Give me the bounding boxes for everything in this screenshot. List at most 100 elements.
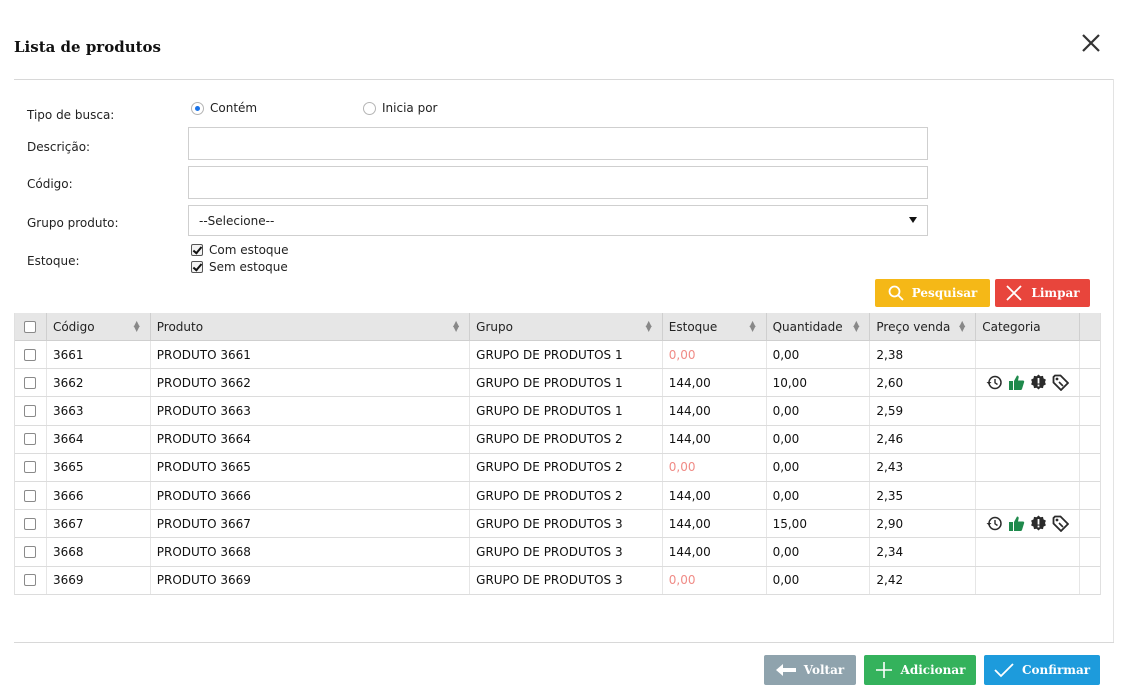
row-scroll-gutter — [1080, 482, 1100, 509]
dropdown-arrow-icon — [909, 217, 917, 223]
descricao-input[interactable] — [188, 127, 928, 160]
badge-alert-icon[interactable] — [1030, 515, 1047, 532]
header-preco-venda[interactable]: Preço venda ▲ ▼ — [870, 313, 977, 340]
cell-produto: PRODUTO 3664 — [151, 425, 471, 453]
cell-categoria — [976, 341, 1081, 369]
table-row[interactable]: 3669 PRODUTO 3669 GRUPO DE PRODUTOS 3 0,00 0… — [15, 566, 1100, 595]
voltar-button[interactable]: Voltar — [764, 655, 856, 685]
cell-estoque: 144,00 — [663, 538, 767, 566]
row-checkbox[interactable] — [24, 376, 37, 389]
cell-estoque: 0,00 — [663, 341, 767, 369]
cell-categoria — [976, 453, 1081, 481]
com-estoque-box[interactable] — [191, 244, 203, 256]
radio-contem-indicator[interactable] — [191, 101, 204, 115]
adicionar-button[interactable]: Adicionar — [864, 655, 976, 685]
table-row[interactable]: 3666 PRODUTO 3666 GRUPO DE PRODUTOS 2 144,0… — [15, 481, 1100, 511]
radio-contem[interactable]: Contém — [191, 101, 257, 115]
confirmar-button[interactable]: Confirmar — [984, 655, 1100, 685]
row-checkbox[interactable] — [24, 433, 37, 446]
radio-inicia-label: Inicia por — [382, 101, 438, 115]
header-estoque-label: Estoque — [668, 319, 718, 334]
cell-preco-venda: 2,90 — [870, 510, 977, 538]
table-row[interactable]: 3668 PRODUTO 3668 GRUPO DE PRODUTOS 3 144,0… — [15, 538, 1100, 567]
grupo-produto-value: --Selecione-- — [199, 213, 275, 228]
estoque-label: Estoque: — [27, 254, 80, 268]
plus-icon — [875, 662, 892, 678]
radio-inicia-indicator[interactable] — [363, 101, 376, 115]
select-all-checkbox[interactable] — [24, 320, 37, 333]
codigo-input[interactable] — [188, 166, 928, 199]
pesquisar-label: Pesquisar — [911, 286, 978, 300]
row-checkbox[interactable] — [24, 574, 37, 587]
com-estoque-label: Com estoque — [209, 243, 289, 257]
row-checkbox[interactable] — [24, 489, 37, 502]
cell-codigo: 3662 — [47, 369, 151, 397]
header-preco-label: Preço venda — [876, 319, 951, 334]
row-checkbox-cell — [15, 369, 47, 397]
table-row[interactable]: 3665 PRODUTO 3665 GRUPO DE PRODUTOS 2 0,00 0… — [15, 453, 1100, 482]
cell-quantidade: 0,00 — [767, 425, 871, 453]
radio-inicia-por[interactable]: Inicia por — [363, 101, 437, 115]
thumbs-up-icon[interactable] — [1008, 374, 1025, 391]
row-scroll-gutter — [1080, 567, 1100, 594]
cell-codigo: 3663 — [47, 397, 151, 425]
cell-produto: PRODUTO 3667 — [151, 510, 471, 538]
adicionar-label: Adicionar — [900, 663, 966, 677]
header-grupo[interactable]: Grupo ▲ ▼ — [470, 313, 663, 340]
cell-produto: PRODUTO 3669 — [151, 566, 471, 594]
badge-alert-icon[interactable] — [1030, 374, 1047, 391]
category-icons — [982, 515, 1070, 533]
table-row[interactable]: 3662 PRODUTO 3662 GRUPO DE PRODUTOS 1 144,0… — [15, 369, 1100, 398]
tag-icon[interactable] — [1052, 515, 1070, 533]
cell-estoque: 144,00 — [663, 369, 767, 397]
close-icon — [1082, 34, 1100, 52]
header-categoria[interactable]: Categoria — [976, 313, 1081, 340]
table-row[interactable]: 3664 PRODUTO 3664 GRUPO DE PRODUTOS 2 144,0… — [15, 425, 1100, 454]
cell-codigo: 3666 — [47, 481, 151, 510]
table-row[interactable]: 3661 PRODUTO 3661 GRUPO DE PRODUTOS 1 0,00 0… — [15, 341, 1100, 370]
cell-grupo: GRUPO DE PRODUTOS 3 — [470, 538, 663, 566]
pesquisar-button[interactable]: Pesquisar — [875, 279, 990, 307]
limpar-label: Limpar — [1031, 286, 1080, 300]
cell-quantidade: 10,00 — [767, 369, 871, 397]
tag-icon[interactable] — [1052, 374, 1070, 392]
cell-produto: PRODUTO 3662 — [151, 369, 471, 397]
row-scroll-gutter — [1080, 369, 1100, 396]
sem-estoque-box[interactable] — [191, 261, 203, 273]
sem-estoque-label: Sem estoque — [209, 260, 288, 274]
table-row[interactable]: 3667 PRODUTO 3667 GRUPO DE PRODUTOS 3 144,0… — [15, 510, 1100, 539]
limpar-button[interactable]: Limpar — [995, 279, 1090, 307]
category-icons — [982, 374, 1070, 392]
table-row[interactable]: 3663 PRODUTO 3663 GRUPO DE PRODUTOS 1 144,0… — [15, 397, 1100, 426]
row-checkbox[interactable] — [24, 404, 37, 417]
cell-categoria — [976, 397, 1081, 425]
checkbox-com-estoque[interactable]: Com estoque — [191, 243, 289, 257]
row-checkbox[interactable] — [24, 348, 37, 361]
cell-produto: PRODUTO 3666 — [151, 481, 471, 510]
sort-icon: ▲ ▼ — [645, 319, 652, 333]
cell-preco-venda: 2,59 — [870, 397, 977, 425]
row-checkbox[interactable] — [24, 517, 37, 530]
cell-grupo: GRUPO DE PRODUTOS 2 — [470, 481, 663, 510]
header-codigo[interactable]: Código ▲ ▼ — [47, 313, 151, 340]
history-icon[interactable] — [986, 515, 1003, 532]
cell-estoque: 144,00 — [663, 510, 767, 538]
close-button[interactable] — [1080, 32, 1102, 54]
cell-preco-venda: 2,34 — [870, 538, 977, 566]
descricao-label: Descrição: — [27, 140, 91, 154]
row-scroll-gutter — [1080, 397, 1100, 424]
header-estoque[interactable]: Estoque ▲ ▼ — [663, 313, 767, 340]
cell-grupo: GRUPO DE PRODUTOS 1 — [470, 397, 663, 425]
thumbs-up-icon[interactable] — [1008, 515, 1025, 532]
header-produto[interactable]: Produto ▲ ▼ — [151, 313, 471, 340]
row-checkbox[interactable] — [24, 545, 37, 558]
checkbox-sem-estoque[interactable]: Sem estoque — [191, 260, 288, 274]
row-checkbox-cell — [15, 510, 47, 538]
header-quantidade[interactable]: Quantidade ▲ ▼ — [767, 313, 871, 340]
row-checkbox[interactable] — [24, 461, 37, 474]
history-icon[interactable] — [986, 374, 1003, 391]
voltar-label: Voltar — [803, 663, 845, 677]
cell-preco-venda: 2,42 — [870, 566, 977, 594]
row-scroll-gutter — [1080, 454, 1100, 481]
grupo-produto-select[interactable]: --Selecione-- — [188, 205, 928, 236]
